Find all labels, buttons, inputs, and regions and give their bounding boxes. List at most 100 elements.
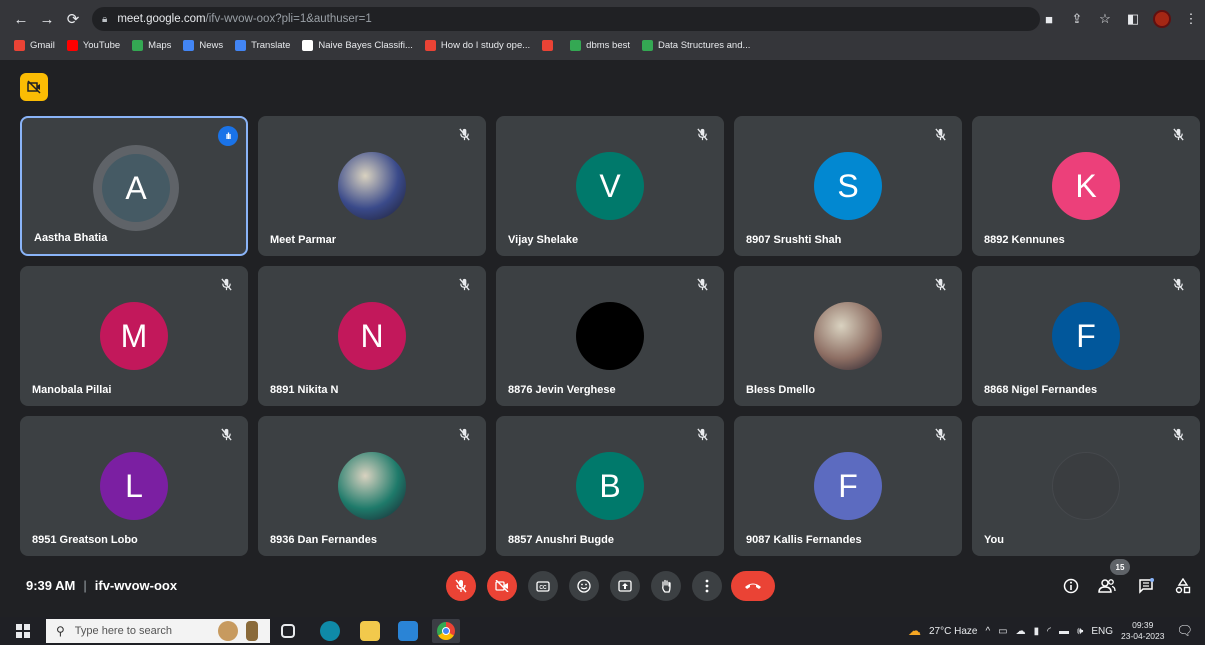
participant-avatar: K <box>1052 152 1120 220</box>
bookmark-item[interactable]: Translate <box>235 39 290 51</box>
star-icon[interactable]: ☆ <box>1097 11 1113 27</box>
participant-tile[interactable]: S 8907 Srushti Shah <box>734 116 962 256</box>
system-tray: ☁ 27°C Haze ^ ▭ ☁ ▮ ◜ ▬ 🕪︎ ENG 09:39 23-… <box>908 617 1205 645</box>
tray-network-icon[interactable]: ▭ <box>998 626 1007 637</box>
participant-tile[interactable]: V Vijay Shelake <box>496 116 724 256</box>
mic-muted-icon <box>1170 426 1186 442</box>
tray-wifi-icon[interactable]: ◜ <box>1047 626 1051 637</box>
notification-icon[interactable]: 🗨︎ <box>1176 623 1193 639</box>
share-icon[interactable]: ⇪ <box>1069 11 1085 27</box>
bookmark-item[interactable]: Maps <box>132 39 172 51</box>
present-screen-button[interactable] <box>610 571 640 601</box>
file-explorer-icon[interactable] <box>360 621 380 641</box>
mail-icon[interactable] <box>398 621 418 641</box>
sidebar-icon[interactable]: ◧ <box>1125 11 1141 27</box>
participant-name: 8892 Kennunes <box>984 234 1065 246</box>
participant-name: 8951 Greatson Lobo <box>32 534 138 546</box>
forward-icon[interactable]: → <box>34 6 60 32</box>
bookmark-label: dbms best <box>586 39 630 51</box>
participant-avatar <box>338 152 406 220</box>
weather-text[interactable]: 27°C Haze <box>929 626 977 637</box>
bookmark-item[interactable]: Gmail <box>14 39 55 51</box>
bookmark-item[interactable]: How do I study ope... <box>424 39 530 51</box>
meeting-info-separator: | <box>83 578 87 593</box>
search-highlight-icon[interactable] <box>218 621 238 641</box>
edge-icon[interactable] <box>320 621 340 641</box>
participant-tile[interactable]: N 8891 Nikita N <box>258 266 486 406</box>
participant-tile[interactable]: 8936 Dan Fernandes <box>258 416 486 556</box>
windows-start-icon[interactable] <box>16 624 30 638</box>
participant-tile[interactable]: You <box>972 416 1200 556</box>
captions-button[interactable]: CC <box>528 571 558 601</box>
bookmark-favicon-icon <box>183 39 195 51</box>
participant-name: 8868 Nigel Fernandes <box>984 384 1098 396</box>
tray-chevron-icon[interactable]: ^ <box>985 626 990 637</box>
mic-off-button[interactable] <box>446 571 476 601</box>
bookmark-label: YouTube <box>82 39 121 51</box>
participant-tile[interactable]: L 8951 Greatson Lobo <box>20 416 248 556</box>
participant-tile[interactable]: F 9087 Kallis Fernandes <box>734 416 962 556</box>
tray-usb-icon[interactable]: ▮ <box>1034 626 1040 637</box>
clock-time: 09:39 <box>1132 620 1154 630</box>
bookmark-item[interactable]: Data Structures and... <box>642 39 750 51</box>
chrome-taskbar-button[interactable] <box>432 619 460 643</box>
taskbar-search-placeholder: Type here to search <box>74 625 173 637</box>
self-avatar <box>1052 452 1120 520</box>
bookmark-item[interactable]: News <box>183 39 224 51</box>
bookmark-item[interactable]: YouTube <box>66 39 121 51</box>
participant-avatar: F <box>1052 302 1120 370</box>
task-view-icon[interactable] <box>281 624 295 638</box>
search-highlight-books-icon <box>246 621 258 641</box>
bookmark-label: Maps <box>148 39 172 51</box>
url-host: meet.google.com <box>117 13 206 25</box>
bookmark-item[interactable]: dbms best <box>570 39 630 51</box>
participant-tile[interactable]: ılı A Aastha Bhatia <box>20 116 248 256</box>
participant-name: 9087 Kallis Fernandes <box>746 534 862 546</box>
participant-tile[interactable]: Meet Parmar <box>258 116 486 256</box>
language-indicator[interactable]: ENG <box>1091 626 1113 637</box>
mic-muted-icon <box>694 426 710 442</box>
mic-muted-icon <box>1170 276 1186 292</box>
chat-icon[interactable] <box>1135 574 1157 598</box>
windows-taskbar: ⚲ Type here to search ☁ 27°C Haze ^ ▭ ☁ … <box>0 617 1205 645</box>
participant-tile[interactable]: M Manobala Pillai <box>20 266 248 406</box>
tray-cloud-icon[interactable]: ☁ <box>1016 626 1026 637</box>
bookmark-item[interactable] <box>542 39 558 51</box>
more-options-button[interactable] <box>692 571 722 601</box>
camera-off-button[interactable] <box>487 571 517 601</box>
speaking-indicator-icon: ılı <box>218 126 238 146</box>
participant-tile[interactable]: K 8892 Kennunes <box>972 116 1200 256</box>
taskbar-clock[interactable]: 09:39 23-04-2023 <box>1121 620 1164 642</box>
back-icon[interactable]: ← <box>8 6 34 32</box>
tray-battery-icon[interactable]: ▬ <box>1059 626 1069 637</box>
more-vert-icon[interactable]: ⋮ <box>1183 11 1199 27</box>
bookmark-favicon-icon <box>542 39 554 51</box>
participant-tile[interactable]: F 8868 Nigel Fernandes <box>972 266 1200 406</box>
participant-name: 8891 Nikita N <box>270 384 339 396</box>
tray-volume-icon[interactable]: 🕪︎ <box>1077 626 1083 637</box>
participant-tile[interactable]: 8876 Jevin Verghese <box>496 266 724 406</box>
participant-avatar: M <box>100 302 168 370</box>
mic-muted-icon <box>932 276 948 292</box>
url-bar[interactable]: 🔒︎ meet.google.com /ifv-wvow-oox?pli=1&a… <box>92 7 1040 31</box>
raise-hand-button[interactable] <box>651 571 681 601</box>
participant-tile[interactable]: Bless Dmello <box>734 266 962 406</box>
leave-call-button[interactable] <box>731 571 775 601</box>
info-icon[interactable] <box>1060 574 1082 598</box>
people-icon[interactable] <box>1096 574 1118 598</box>
bookmark-favicon-icon <box>14 39 25 51</box>
camera-icon[interactable]: ■ <box>1041 12 1057 27</box>
profile-avatar[interactable] <box>1153 10 1171 28</box>
camera-off-icon[interactable] <box>20 73 48 101</box>
bookmarks-bar: Gmail YouTube Maps News Translate Naive Bayes… <box>14 36 762 54</box>
reload-icon[interactable]: ⟳ <box>60 6 86 32</box>
participant-name: Bless Dmello <box>746 384 816 396</box>
participant-tile[interactable]: B 8857 Anushri Bugde <box>496 416 724 556</box>
emoji-button[interactable] <box>569 571 599 601</box>
bookmark-label: News <box>199 39 224 51</box>
lock-icon: 🔒︎ <box>102 13 108 25</box>
mic-muted-icon <box>218 426 234 442</box>
activities-icon[interactable] <box>1172 574 1194 598</box>
participant-name: Aastha Bhatia <box>34 232 108 244</box>
bookmark-item[interactable]: Naive Bayes Classifi... <box>302 39 413 51</box>
